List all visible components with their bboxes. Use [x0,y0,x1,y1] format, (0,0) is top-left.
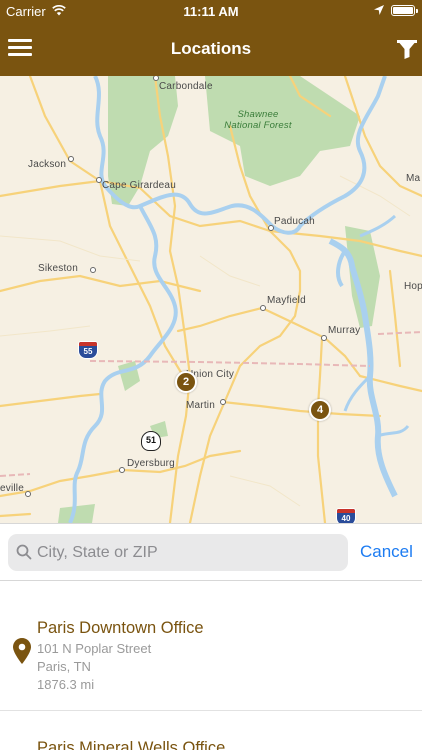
search-input[interactable] [37,534,342,571]
map-cluster-marker[interactable]: 4 [309,399,331,421]
location-name: Paris Mineral Wells Office [37,739,226,750]
map-label-sikeston: Sikeston [38,263,78,274]
map-label-paducah: Paducah [274,216,315,227]
app-header: Carrier 11:11 AM Locations [0,0,422,76]
map-label-cape-girardeau: Cape Girardeau [102,180,176,191]
map-label-ma: Ma [406,173,421,184]
status-time: 11:11 AM [183,4,239,19]
location-address: 101 N Poplar Street [37,641,152,656]
map-label-dyersburg: Dyersburg [127,458,175,469]
battery-icon [391,5,418,16]
map-view[interactable]: Carbondale Shawnee National Forest Jacks… [0,76,422,523]
funnel-filter-icon[interactable] [396,38,418,60]
location-name: Paris Downtown Office [37,619,204,637]
cancel-button[interactable]: Cancel [360,542,413,562]
map-label-murray: Murray [328,325,361,336]
status-bar: Carrier 11:11 AM [0,0,422,22]
search-bar: Cancel [0,523,422,581]
location-city: Paris, TN [37,659,91,674]
location-distance: 1876.3 mi [37,677,95,692]
map-cluster-marker[interactable]: 2 [175,371,197,393]
interstate-40-shield: 40 [336,508,356,523]
map-label-jackson: Jackson [28,159,67,170]
page-title: Locations [170,39,252,58]
map-label-martin: Martin [186,400,215,411]
list-item[interactable]: Paris Downtown Office 101 N Poplar Stree… [0,581,422,711]
navigation-bar: Locations [0,22,422,76]
map-label-eville: eville [0,483,24,494]
us-51-shield: 51 [141,431,161,451]
location-arrow-icon [374,5,384,15]
locations-list: Paris Downtown Office 101 N Poplar Stree… [0,581,422,750]
interstate-55-shield: 55 [78,341,98,359]
map-canvas [0,76,422,523]
search-field-container[interactable] [8,534,348,571]
search-icon [16,544,32,560]
map-label-mayfield: Mayfield [267,295,306,306]
map-label-shawnee-national-forest: Shawnee National Forest [224,109,292,131]
map-pin-icon [13,638,31,664]
map-label-carbondale: Carbondale [159,81,213,92]
map-label-hop: Hop [404,281,422,292]
list-item[interactable]: Paris Mineral Wells Office [0,711,422,750]
